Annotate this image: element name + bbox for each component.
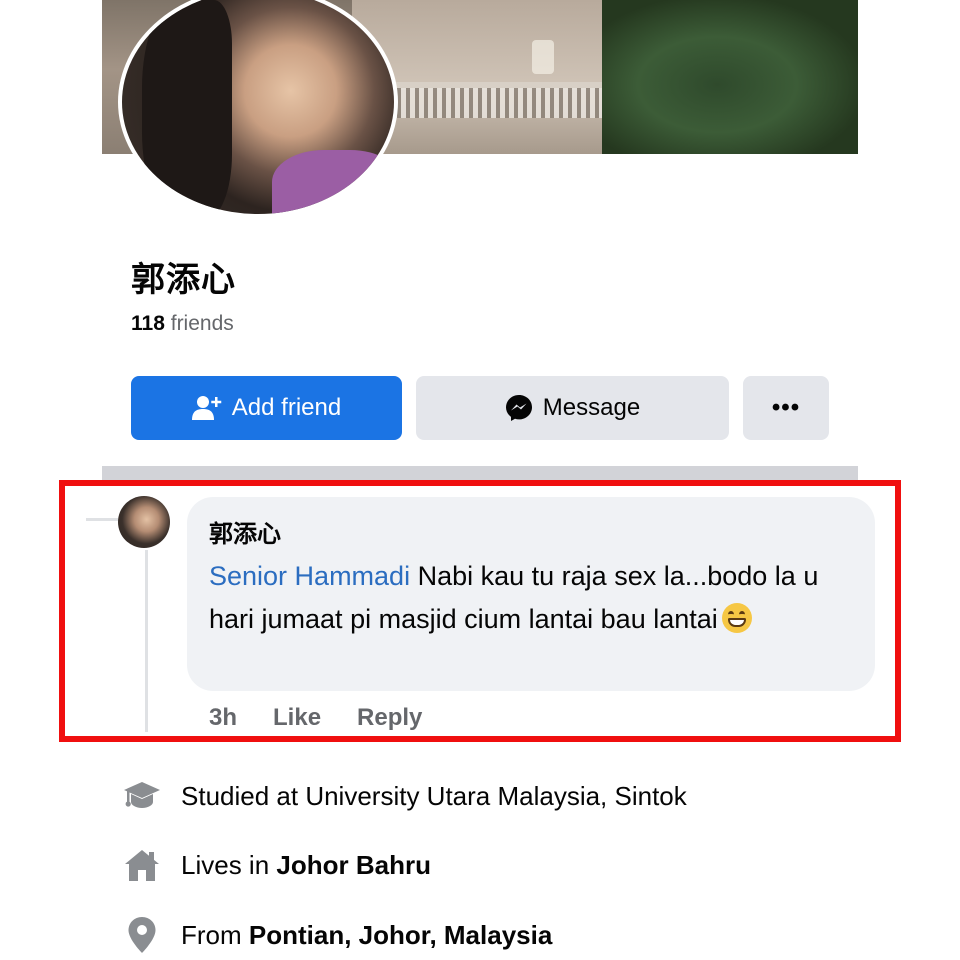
section-divider xyxy=(102,466,858,480)
lives-in-prefix: Lives in xyxy=(181,849,277,880)
message-label: Message xyxy=(542,394,641,421)
grinning-face-icon xyxy=(721,603,752,633)
more-icon: ••• xyxy=(771,394,801,421)
graduation-cap-icon xyxy=(120,776,164,816)
avatar-hair xyxy=(142,0,232,214)
cover-lamp xyxy=(532,40,554,74)
comment-timestamp[interactable]: 3h xyxy=(209,704,237,732)
lives-in-city[interactable]: Johor Bahru xyxy=(276,850,431,881)
education-text: Studied at University Utara Malaysia, Si… xyxy=(181,780,687,811)
message-button[interactable]: Message xyxy=(416,376,729,440)
house-icon xyxy=(120,845,164,885)
add-friend-label: Add friend xyxy=(231,394,342,421)
detail-lives-in: Lives in Johor Bahru xyxy=(120,845,431,885)
comment-mention[interactable]: Senior Hammadi xyxy=(209,561,410,591)
comment-author-avatar[interactable] xyxy=(118,496,170,548)
add-friend-button[interactable]: Add friend xyxy=(131,376,402,440)
from-place[interactable]: Pontian, Johor, Malaysia xyxy=(249,920,552,951)
detail-from: From Pontian, Johor, Malaysia xyxy=(120,915,552,955)
location-pin-icon xyxy=(120,915,164,955)
comment-like-button[interactable]: Like xyxy=(273,704,321,732)
friends-label: friends xyxy=(170,312,234,335)
friends-count[interactable]: 118 friends xyxy=(131,312,234,336)
profile-name: 郭添心 xyxy=(131,261,236,299)
from-prefix: From xyxy=(181,919,249,950)
thread-line-horizontal xyxy=(86,518,118,521)
profile-avatar[interactable] xyxy=(118,0,398,218)
avatar-shirt xyxy=(272,150,394,214)
comment-author-name[interactable]: 郭添心 xyxy=(209,514,281,549)
more-options-button[interactable]: ••• xyxy=(743,376,829,440)
comment-actions: 3h Like Reply xyxy=(209,704,458,732)
comment-reply-button[interactable]: Reply xyxy=(357,704,422,732)
thread-line-vertical xyxy=(145,550,148,732)
friends-number: 118 xyxy=(131,312,165,335)
cover-tree xyxy=(602,0,858,154)
comment-text: Senior Hammadi Nabi kau tu raja sex la..… xyxy=(209,555,859,641)
add-friend-icon xyxy=(191,395,222,421)
messenger-icon xyxy=(505,394,533,422)
detail-education: Studied at University Utara Malaysia, Si… xyxy=(120,776,687,816)
